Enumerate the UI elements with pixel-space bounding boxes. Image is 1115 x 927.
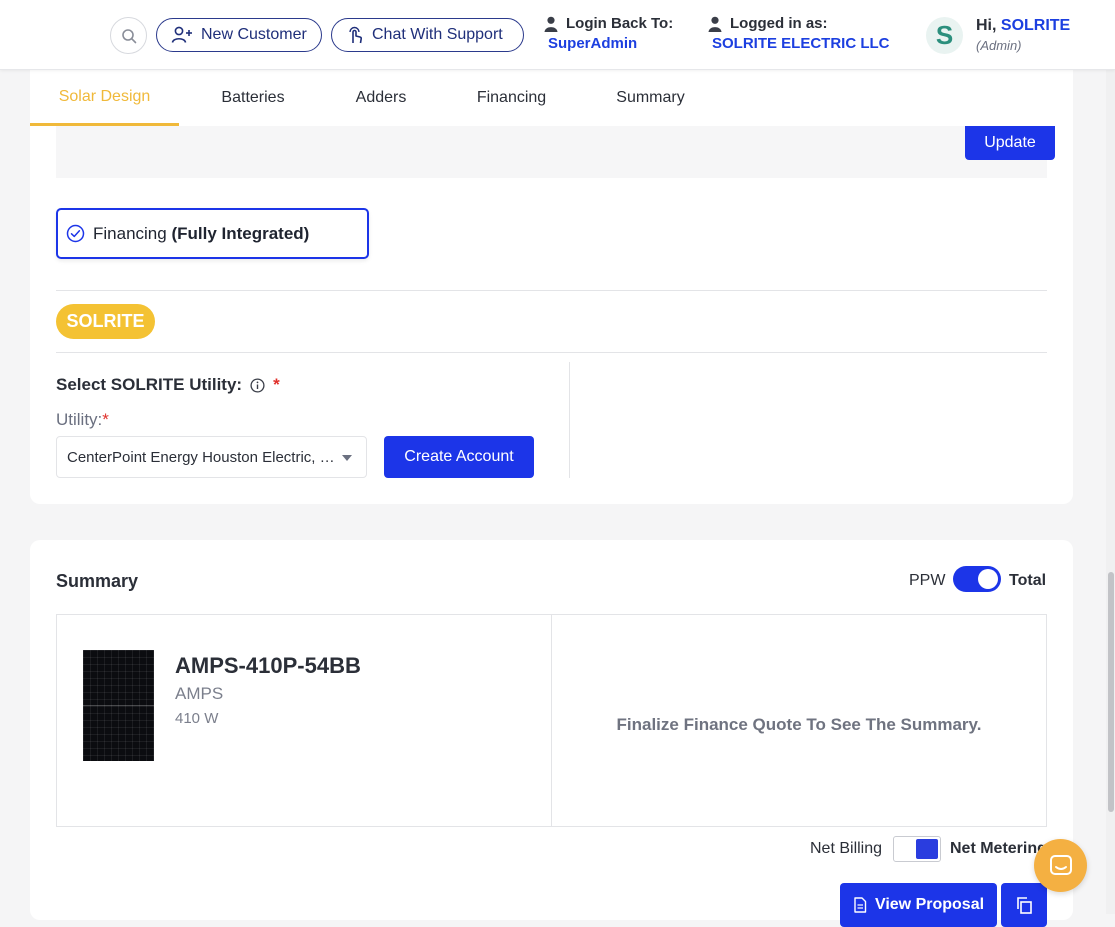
utility-title: Select SOLRITE Utility: * [56,375,280,395]
login-back-label: Login Back To: [566,15,674,32]
toggle-knob [978,569,998,589]
avatar[interactable]: S [926,17,963,54]
chat-support-label: Chat With Support [372,26,503,43]
utility-select[interactable]: CenterPoint Energy Houston Electric, LLC [56,436,367,478]
document-icon [854,897,867,913]
ppw-label: PPW [909,572,946,589]
financing-option-card[interactable]: Financing (Fully Integrated) [56,208,369,259]
solar-panel-image [83,650,154,761]
update-strip: Update [56,126,1055,178]
utility-label-text: Utility: [56,410,103,429]
view-proposal-label: View Proposal [874,896,985,913]
vertical-divider [569,362,570,478]
user-icon [708,16,722,32]
logged-in-block: Logged in as: SOLRITE ELECTRIC LLC [708,14,890,54]
new-customer-button[interactable]: New Customer [156,18,322,52]
ppw-total-toggle[interactable] [953,566,1001,592]
total-label: Total [1009,572,1047,589]
financing-option-label: Financing [93,223,167,243]
tab-batteries[interactable]: Batteries [179,70,327,126]
user-icon [544,16,558,32]
chat-bubble-icon [1049,854,1072,875]
product-wattage: 410 W [175,710,219,727]
divider [56,352,1047,353]
financing-option-type: (Fully Integrated) [171,223,310,243]
tab-adders[interactable]: Adders [327,70,435,126]
financing-card: Update Financing (Fully Integrated) SOLR… [30,126,1073,504]
net-metering-label: Net Metering [950,840,1047,857]
summary-title: Summary [56,571,139,591]
login-back-link[interactable]: SuperAdmin [544,34,673,54]
new-customer-label: New Customer [201,26,307,43]
info-icon[interactable] [250,377,265,393]
user-name: SOLRITE [1000,17,1071,34]
chat-widget-button[interactable] [1034,839,1087,892]
summary-card: Summary PPW Total AMPS-410P-54BB AMPS 41… [30,540,1073,927]
user-greeting[interactable]: Hi, SOLRITE (Admin) [976,16,1070,56]
update-button[interactable]: Update [965,126,1055,160]
scrollbar-thumb[interactable] [1108,572,1114,812]
product-name: AMPS-410P-54BB [175,653,361,678]
search-button[interactable] [110,17,147,54]
utility-field-label: Utility:* [56,410,109,430]
required-mark: * [273,375,280,394]
logged-in-label: Logged in as: [730,15,828,32]
tap-hand-icon [349,26,362,44]
lender-badge: SOLRITE [56,304,155,339]
logged-in-company: SOLRITE ELECTRIC LLC [712,35,890,52]
divider [56,290,1047,291]
user-role: (Admin) [976,38,1022,53]
product-brand: AMPS [175,684,224,703]
finalize-message: Finalize Finance Quote To See The Summar… [616,715,982,734]
required-mark: * [102,410,109,429]
copy-button[interactable] [1001,883,1047,927]
view-proposal-button[interactable]: View Proposal [840,883,997,927]
add-user-icon [171,26,192,43]
search-icon [121,28,136,43]
check-circle-icon [66,224,85,243]
top-header: New Customer Chat With Support Login Bac… [0,0,1115,70]
tab-financing[interactable]: Financing [435,70,588,126]
utility-title-text: Select SOLRITE Utility: [56,375,243,394]
utility-selected-value: CenterPoint Energy Houston Electric, LLC [67,448,337,466]
chat-support-button[interactable]: Chat With Support [331,18,524,52]
tab-summary[interactable]: Summary [588,70,713,126]
net-metering-toggle[interactable] [893,836,941,862]
net-billing-label: Net Billing [810,840,883,857]
create-account-button[interactable]: Create Account [384,436,534,478]
summary-box: AMPS-410P-54BB AMPS 410 W Finalize Finan… [56,614,1047,827]
copy-icon [1017,897,1032,914]
tab-solar-design[interactable]: Solar Design [30,70,179,126]
greeting-text: Hi, [976,17,1001,34]
caret-down-icon [342,455,352,461]
login-back-block: Login Back To: SuperAdmin [544,14,673,54]
design-tabs: Solar Design Batteries Adders Financing … [30,70,1073,126]
toggle-knob [916,839,938,859]
